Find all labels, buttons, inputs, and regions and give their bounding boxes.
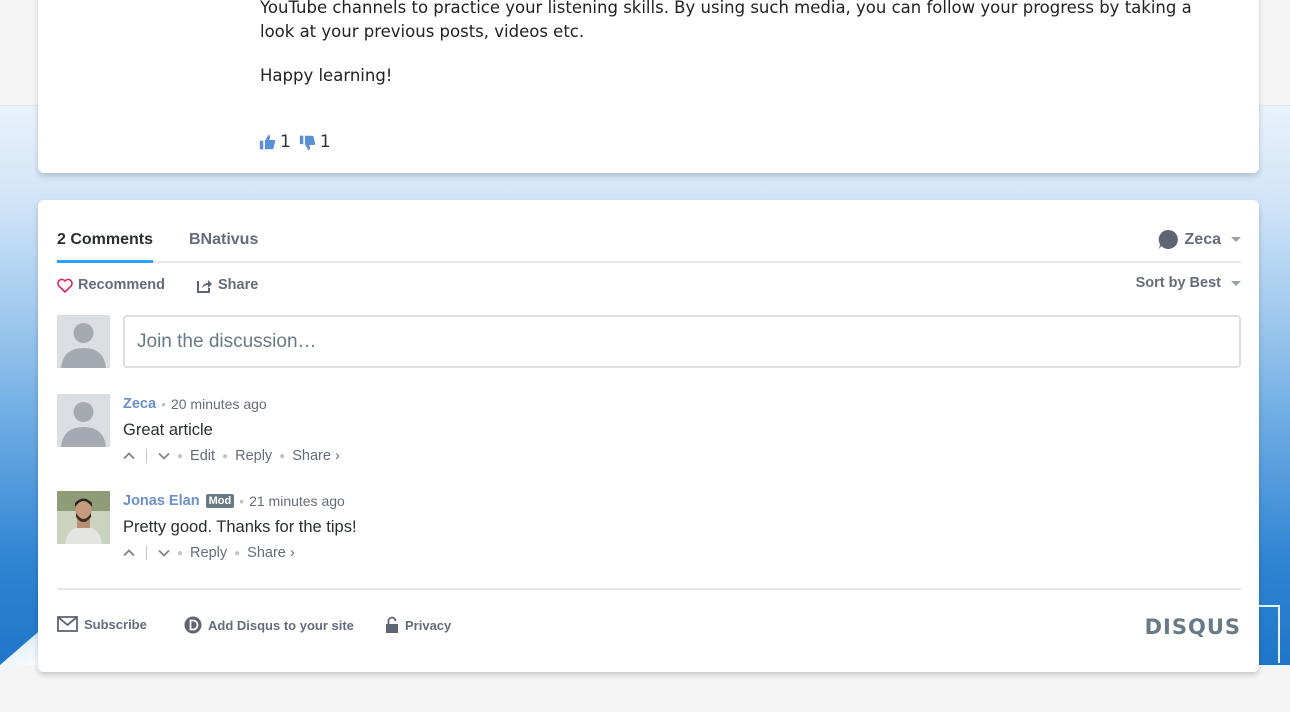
chat-bubble-icon — [1158, 229, 1178, 250]
comment-header: Zeca • 20 minutes ago — [123, 396, 1223, 412]
dislikes-count: 1 — [319, 132, 331, 152]
likes-count: 1 — [280, 132, 291, 152]
comment-timestamp[interactable]: 21 minutes ago — [249, 493, 345, 509]
privacy-label: Privacy — [405, 617, 452, 633]
separator-dot: • — [161, 396, 166, 412]
comment-header: Jonas Elan Mod • 21 minutes ago — [123, 493, 1223, 509]
moderator-badge: Mod — [205, 494, 235, 508]
thumbs-up-icon[interactable] — [259, 134, 276, 151]
comment-item: Jonas Elan Mod • 21 minutes ago Pretty g… — [123, 493, 1223, 562]
separator-dot: ● — [279, 450, 286, 462]
upvote-icon[interactable] — [123, 547, 135, 559]
subscribe-link[interactable]: Subscribe — [57, 616, 147, 632]
comment-item: Zeca • 20 minutes ago Great article ● Ed… — [123, 396, 1223, 465]
lock-icon — [386, 616, 398, 633]
thread-footer: Subscribe Add Disqus to your site Privac… — [57, 615, 1241, 639]
comment-timestamp[interactable]: 20 minutes ago — [171, 396, 267, 412]
share-label: Share — [218, 277, 259, 293]
disqus-d-icon — [184, 616, 202, 634]
thread-tabs: 2 Comments BNativus Zeca — [57, 225, 1241, 263]
vote-divider — [146, 546, 147, 560]
article-closing: Happy learning! — [260, 66, 393, 85]
downvote-icon[interactable] — [158, 547, 170, 559]
reply-link[interactable]: Reply — [190, 545, 227, 561]
separator-dot: ● — [177, 547, 184, 559]
share-button[interactable]: Share — [197, 277, 258, 293]
article-card: YouTube channels to practice your listen… — [38, 0, 1259, 173]
article-reactions: 1 1 — [259, 132, 331, 152]
user-photo-avatar — [57, 491, 110, 544]
heart-icon — [57, 278, 73, 293]
separator-dot: ● — [177, 450, 184, 462]
add-disqus-link[interactable]: Add Disqus to your site — [184, 616, 354, 634]
comment-author[interactable]: Zeca — [123, 396, 156, 412]
comment-body: Great article — [123, 421, 213, 439]
vote-divider — [146, 449, 147, 463]
thread-actions: Recommend Share Sort by Best — [57, 275, 1241, 297]
avatar[interactable] — [57, 491, 110, 544]
disqus-thread: 2 Comments BNativus Zeca Recommend Share… — [38, 200, 1259, 672]
tab-comments[interactable]: 2 Comments — [57, 231, 154, 263]
chevron-down-icon — [1231, 280, 1241, 286]
article-body: YouTube channels to practice your listen… — [260, 0, 1220, 108]
comment-body: Pretty good. Thanks for the tips! — [123, 518, 357, 536]
share-link[interactable]: Share › — [292, 448, 340, 464]
separator-dot: ● — [222, 450, 229, 462]
page-bottom-strip — [0, 665, 1290, 712]
upvote-icon[interactable] — [123, 450, 135, 462]
tab-community[interactable]: BNativus — [189, 231, 258, 263]
recommend-button[interactable]: Recommend — [57, 277, 165, 293]
comment-composer-input[interactable]: Join the discussion… — [123, 315, 1241, 368]
avatar — [57, 315, 110, 368]
footer-divider — [57, 588, 1241, 590]
avatar[interactable] — [57, 394, 110, 447]
add-disqus-label: Add Disqus to your site — [208, 617, 354, 633]
envelope-icon — [57, 616, 78, 632]
chevron-down-icon — [1231, 237, 1241, 242]
sort-label: Sort by Best — [1135, 275, 1221, 291]
share-link[interactable]: Share › — [247, 545, 295, 561]
share-icon — [197, 279, 212, 293]
comment-footer: ● Edit ● Reply ● Share › — [123, 447, 1223, 465]
separator-dot: ● — [234, 547, 241, 559]
thumbs-down-icon[interactable] — [299, 134, 316, 151]
subscribe-label: Subscribe — [84, 616, 147, 632]
article-paragraph: YouTube channels to practice your listen… — [260, 0, 1192, 41]
user-menu[interactable]: Zeca — [1158, 229, 1241, 250]
disqus-logo[interactable]: DISQUS — [1145, 615, 1241, 639]
default-avatar-icon — [57, 315, 110, 368]
composer-placeholder: Join the discussion… — [137, 330, 317, 352]
comment-footer: ● Reply ● Share › — [123, 544, 1223, 562]
downvote-icon[interactable] — [158, 450, 170, 462]
user-menu-name: Zeca — [1184, 230, 1221, 248]
default-avatar-icon — [57, 394, 110, 447]
recommend-label: Recommend — [78, 277, 166, 293]
edit-link[interactable]: Edit — [190, 448, 215, 464]
separator-dot: • — [239, 493, 245, 509]
privacy-link[interactable]: Privacy — [385, 616, 451, 634]
comment-author[interactable]: Jonas Elan — [123, 493, 200, 509]
sort-dropdown[interactable]: Sort by Best — [1136, 275, 1241, 291]
reply-link[interactable]: Reply — [235, 448, 272, 464]
